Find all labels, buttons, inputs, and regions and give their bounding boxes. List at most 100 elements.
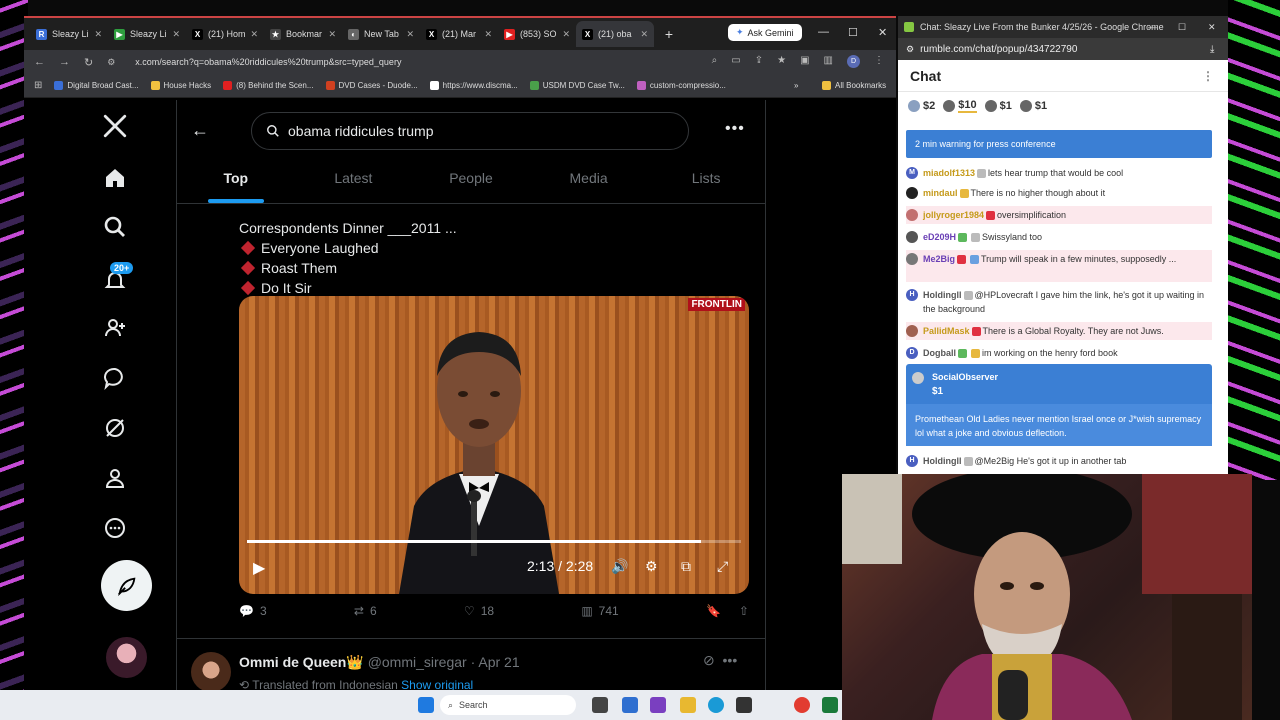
user-avatar[interactable] [906,187,918,199]
close-icon[interactable]: ✕ [640,29,648,40]
repost-button[interactable]: ⇄ 6 [354,604,377,618]
chat-username[interactable]: Me2Big [923,254,955,264]
app-icon[interactable] [622,697,638,713]
more-options-icon[interactable]: ••• [725,120,745,138]
bookmark-icon[interactable]: 🔖 [706,604,721,618]
chevron-right-icon[interactable]: » [794,81,798,90]
chat-username[interactable]: mindaul [923,188,958,198]
chat-username[interactable]: Holdingll [923,456,962,466]
user-avatar[interactable] [906,209,918,221]
account-avatar[interactable] [106,637,147,678]
extensions-icon[interactable]: ▣ [800,55,809,68]
reply-button[interactable]: 💬 3 [239,604,267,618]
back-icon[interactable]: ← [34,56,45,68]
minimize-icon[interactable]: — [1148,22,1157,32]
bookmark[interactable]: https://www.discma... [429,81,518,90]
close-icon[interactable]: ✕ [328,29,336,40]
tip-chip[interactable]: $10 [943,99,977,113]
home-icon[interactable] [101,164,129,192]
ask-gemini-button[interactable]: ✦ Ask Gemini [728,24,802,41]
browser-tab[interactable]: ◐ New Tab ✕ [342,21,420,47]
tab-media[interactable]: Media [530,158,648,203]
browser-tab[interactable]: X (21) Hom ✕ [186,21,264,47]
video-player[interactable]: FRONTLIN ▶ 2:13 / 2:28 🔊 ⚙ ⧉ ⤢ [239,296,749,594]
sidebar-icon[interactable]: ▥ [824,55,833,68]
browser-tab[interactable]: R Sleazy Li ✕ [30,21,108,47]
edge-icon[interactable] [708,697,724,713]
follow-icon[interactable] [101,314,129,342]
user-avatar[interactable]: H [906,455,918,467]
browser-tab-active[interactable]: X (21) oba ✕ [576,21,654,47]
browser-tab[interactable]: ★ Bookmar ✕ [264,21,342,47]
user-avatar[interactable] [906,325,918,337]
browser-tab[interactable]: ▶ (853) SO ✕ [498,21,576,47]
kebab-menu-icon[interactable]: ⋮ [874,55,884,68]
bookmark[interactable]: Digital Broad Cast... [54,81,139,90]
bookmark[interactable]: (8) Behind the Scen... [223,81,314,90]
reload-icon[interactable]: ↻ [84,56,93,69]
close-window-icon[interactable]: ✕ [1208,22,1216,33]
messages-icon[interactable] [101,364,129,392]
fullscreen-icon[interactable]: ⤢ [717,558,728,575]
forward-icon[interactable]: → [59,56,70,68]
browser-tab[interactable]: ▶ Sleazy Li ✕ [108,21,186,47]
close-icon[interactable]: ✕ [172,29,180,40]
author-avatar[interactable] [191,652,231,690]
chrome-icon[interactable] [794,697,810,713]
more-icon[interactable] [101,514,129,542]
close-icon[interactable]: ✕ [250,29,258,40]
video-progress-bar[interactable] [247,540,741,543]
windows-start-icon[interactable] [418,697,434,713]
views-button[interactable]: ▥ 741 [581,604,618,618]
bookmark[interactable]: USDM DVD Case Tw... [529,81,625,90]
tip-chip[interactable]: $1 [1019,100,1047,112]
tab-lists[interactable]: Lists [647,158,765,203]
compose-post-button[interactable] [101,560,152,611]
back-arrow-icon[interactable]: ← [191,120,209,141]
user-avatar[interactable] [906,253,918,265]
taskbar-search[interactable]: ⌕ Search [440,695,576,715]
tab-people[interactable]: People [412,158,530,203]
apps-grid-icon[interactable]: ⊞ [34,80,42,91]
chat-menu-icon[interactable]: ⋮ [1202,60,1214,92]
user-avatar[interactable]: H [906,289,918,301]
task-view-icon[interactable] [592,697,608,713]
chat-username[interactable]: eD209H [923,232,956,242]
new-tab-button[interactable]: + [660,26,678,42]
author-handle[interactable]: @ommi_siregar [368,654,467,670]
tab-top[interactable]: Top [177,158,295,203]
file-explorer-icon[interactable] [680,697,696,713]
maximize-icon[interactable]: ☐ [848,26,858,39]
share-icon[interactable]: ⇪ [755,55,763,68]
user-avatar[interactable]: M [906,167,918,179]
app-icon[interactable] [650,697,666,713]
chat-url[interactable]: rumble.com/chat/popup/434722790 [920,44,1077,55]
bookmark[interactable]: DVD Cases - Duode... [325,81,418,90]
app-icon[interactable] [736,697,752,713]
download-icon[interactable]: ⤓ [1210,44,1214,55]
tip-chip[interactable]: $1 [984,100,1012,112]
bookmark[interactable]: House Hacks [150,81,211,90]
bookmark-star-icon[interactable]: ★ [777,55,786,68]
tab-latest[interactable]: Latest [295,158,413,203]
user-avatar[interactable] [912,372,924,384]
volume-icon[interactable]: 🔊 [611,558,628,575]
search-input[interactable]: obama riddicules trump [251,112,689,150]
maximize-icon[interactable]: ☐ [1178,22,1186,33]
pip-icon[interactable]: ⧉ [681,558,691,575]
grok-icon[interactable] [101,414,129,442]
x-logo-icon[interactable] [101,112,129,140]
site-info-icon[interactable]: ⚙ [107,57,115,68]
app-icon[interactable] [822,697,838,713]
close-icon[interactable]: ✕ [94,29,102,40]
share-icon[interactable]: ⇧ [739,604,749,618]
url-field[interactable]: x.com/search?q=obama%20riddicules%20trum… [135,57,401,67]
author-name[interactable]: Ommi de Queen👑 [239,654,364,670]
profile-icon[interactable] [101,464,129,492]
profile-avatar[interactable]: D [847,55,860,68]
search-icon[interactable] [101,213,129,241]
chat-username[interactable]: jollyroger1984 [923,210,984,220]
tip-chip[interactable]: $2 [908,100,935,112]
bookmark[interactable]: custom-compressio... [636,81,726,90]
all-bookmarks[interactable]: All Bookmarks [822,81,886,90]
